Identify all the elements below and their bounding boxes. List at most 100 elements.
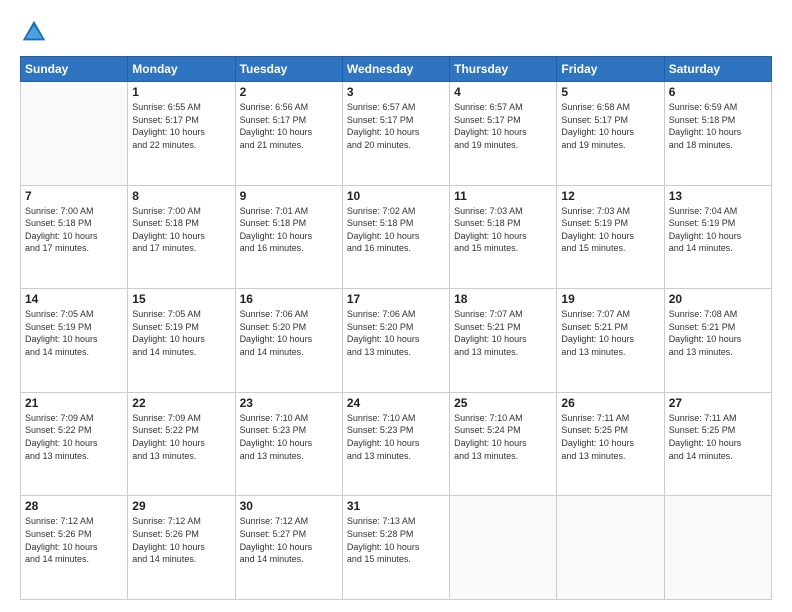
day-info: Sunrise: 7:10 AM Sunset: 5:24 PM Dayligh… xyxy=(454,412,552,462)
day-info: Sunrise: 7:10 AM Sunset: 5:23 PM Dayligh… xyxy=(347,412,445,462)
calendar-cell: 1 Sunrise: 6:55 AM Sunset: 5:17 PM Daylig… xyxy=(128,82,235,186)
calendar-cell: 28 Sunrise: 7:12 AM Sunset: 5:26 PM Dayli… xyxy=(21,496,128,600)
calendar-day-header: Friday xyxy=(557,57,664,82)
day-number: 17 xyxy=(347,292,445,306)
day-info: Sunrise: 7:12 AM Sunset: 5:26 PM Dayligh… xyxy=(25,515,123,565)
calendar-cell: 13 Sunrise: 7:04 AM Sunset: 5:19 PM Dayli… xyxy=(664,185,771,289)
day-number: 1 xyxy=(132,85,230,99)
calendar-week-row: 14 Sunrise: 7:05 AM Sunset: 5:19 PM Dayli… xyxy=(21,289,772,393)
day-info: Sunrise: 7:10 AM Sunset: 5:23 PM Dayligh… xyxy=(240,412,338,462)
day-info: Sunrise: 7:12 AM Sunset: 5:27 PM Dayligh… xyxy=(240,515,338,565)
calendar-cell: 18Sunrise: 7:07 AM Sunset: 5:21 PM Dayli… xyxy=(450,289,557,393)
calendar-cell: 24 Sunrise: 7:10 AM Sunset: 5:23 PM Dayli… xyxy=(342,392,449,496)
calendar-cell: 5 Sunrise: 6:58 AM Sunset: 5:17 PM Daylig… xyxy=(557,82,664,186)
day-info: Sunrise: 7:02 AM Sunset: 5:18 PM Dayligh… xyxy=(347,205,445,255)
day-info: Sunrise: 7:09 AM Sunset: 5:22 PM Dayligh… xyxy=(132,412,230,462)
calendar-cell: 10 Sunrise: 7:02 AM Sunset: 5:18 PM Dayli… xyxy=(342,185,449,289)
day-info: Sunrise: 7:01 AM Sunset: 5:18 PM Dayligh… xyxy=(240,205,338,255)
day-info: Sunrise: 7:03 AM Sunset: 5:18 PM Dayligh… xyxy=(454,205,552,255)
header xyxy=(20,18,772,46)
calendar-day-header: Thursday xyxy=(450,57,557,82)
calendar-cell: 22 Sunrise: 7:09 AM Sunset: 5:22 PM Dayli… xyxy=(128,392,235,496)
day-number: 23 xyxy=(240,396,338,410)
day-info: Sunrise: 6:56 AM Sunset: 5:17 PM Dayligh… xyxy=(240,101,338,151)
day-number: 22 xyxy=(132,396,230,410)
calendar-cell: 15 Sunrise: 7:05 AM Sunset: 5:19 PM Dayli… xyxy=(128,289,235,393)
calendar-cell: 19 Sunrise: 7:07 AM Sunset: 5:21 PM Dayli… xyxy=(557,289,664,393)
day-info: Sunrise: 7:00 AM Sunset: 5:18 PM Dayligh… xyxy=(132,205,230,255)
day-info: Sunrise: 7:09 AM Sunset: 5:22 PM Dayligh… xyxy=(25,412,123,462)
day-number: 4 xyxy=(454,85,552,99)
day-info: Sunrise: 7:08 AM Sunset: 5:21 PM Dayligh… xyxy=(669,308,767,358)
calendar-cell: 8 Sunrise: 7:00 AM Sunset: 5:18 PM Daylig… xyxy=(128,185,235,289)
calendar-cell: 2 Sunrise: 6:56 AM Sunset: 5:17 PM Daylig… xyxy=(235,82,342,186)
calendar-day-header: Wednesday xyxy=(342,57,449,82)
day-number: 29 xyxy=(132,499,230,513)
calendar-day-header: Saturday xyxy=(664,57,771,82)
day-number: 5 xyxy=(561,85,659,99)
day-number: 11 xyxy=(454,189,552,203)
day-info: Sunrise: 7:04 AM Sunset: 5:19 PM Dayligh… xyxy=(669,205,767,255)
day-info: Sunrise: 7:05 AM Sunset: 5:19 PM Dayligh… xyxy=(25,308,123,358)
day-number: 21 xyxy=(25,396,123,410)
day-number: 27 xyxy=(669,396,767,410)
day-info: Sunrise: 7:07 AM Sunset: 5:21 PM Dayligh… xyxy=(561,308,659,358)
calendar-day-header: Monday xyxy=(128,57,235,82)
calendar-cell: 3 Sunrise: 6:57 AM Sunset: 5:17 PM Daylig… xyxy=(342,82,449,186)
day-number: 9 xyxy=(240,189,338,203)
day-info: Sunrise: 6:55 AM Sunset: 5:17 PM Dayligh… xyxy=(132,101,230,151)
calendar-cell: 12 Sunrise: 7:03 AM Sunset: 5:19 PM Dayli… xyxy=(557,185,664,289)
day-number: 8 xyxy=(132,189,230,203)
day-number: 13 xyxy=(669,189,767,203)
day-info: Sunrise: 7:06 AM Sunset: 5:20 PM Dayligh… xyxy=(347,308,445,358)
day-info: Sunrise: 7:11 AM Sunset: 5:25 PM Dayligh… xyxy=(669,412,767,462)
calendar-cell: 23 Sunrise: 7:10 AM Sunset: 5:23 PM Dayli… xyxy=(235,392,342,496)
calendar-cell: 26 Sunrise: 7:11 AM Sunset: 5:25 PM Dayli… xyxy=(557,392,664,496)
day-info: Sunrise: 7:11 AM Sunset: 5:25 PM Dayligh… xyxy=(561,412,659,462)
calendar-cell xyxy=(557,496,664,600)
day-number: 16 xyxy=(240,292,338,306)
day-number: 18 xyxy=(454,292,552,306)
calendar-cell: 17 Sunrise: 7:06 AM Sunset: 5:20 PM Dayli… xyxy=(342,289,449,393)
calendar-day-header: Sunday xyxy=(21,57,128,82)
day-number: 3 xyxy=(347,85,445,99)
calendar-cell: 7Sunrise: 7:00 AM Sunset: 5:18 PM Daylig… xyxy=(21,185,128,289)
calendar-cell xyxy=(21,82,128,186)
day-info: Sunrise: 7:03 AM Sunset: 5:19 PM Dayligh… xyxy=(561,205,659,255)
calendar-cell: 11 Sunrise: 7:03 AM Sunset: 5:18 PM Dayli… xyxy=(450,185,557,289)
day-info: Sunrise: 6:59 AM Sunset: 5:18 PM Dayligh… xyxy=(669,101,767,151)
day-number: 28 xyxy=(25,499,123,513)
calendar-cell: 29Sunrise: 7:12 AM Sunset: 5:26 PM Dayli… xyxy=(128,496,235,600)
day-number: 24 xyxy=(347,396,445,410)
day-info: Sunrise: 7:13 AM Sunset: 5:28 PM Dayligh… xyxy=(347,515,445,565)
day-number: 7 xyxy=(25,189,123,203)
calendar-week-row: 1 Sunrise: 6:55 AM Sunset: 5:17 PM Daylig… xyxy=(21,82,772,186)
day-number: 30 xyxy=(240,499,338,513)
day-number: 20 xyxy=(669,292,767,306)
calendar-table: SundayMondayTuesdayWednesdayThursdayFrid… xyxy=(20,56,772,600)
day-number: 2 xyxy=(240,85,338,99)
calendar-cell xyxy=(450,496,557,600)
calendar-cell: 27 Sunrise: 7:11 AM Sunset: 5:25 PM Dayli… xyxy=(664,392,771,496)
day-number: 15 xyxy=(132,292,230,306)
day-number: 12 xyxy=(561,189,659,203)
day-number: 19 xyxy=(561,292,659,306)
day-info: Sunrise: 7:06 AM Sunset: 5:20 PM Dayligh… xyxy=(240,308,338,358)
day-number: 14 xyxy=(25,292,123,306)
calendar-week-row: 21 Sunrise: 7:09 AM Sunset: 5:22 PM Dayli… xyxy=(21,392,772,496)
day-number: 10 xyxy=(347,189,445,203)
calendar-cell: 20 Sunrise: 7:08 AM Sunset: 5:21 PM Dayli… xyxy=(664,289,771,393)
day-info: Sunrise: 6:57 AM Sunset: 5:17 PM Dayligh… xyxy=(347,101,445,151)
calendar-cell: 21 Sunrise: 7:09 AM Sunset: 5:22 PM Dayli… xyxy=(21,392,128,496)
day-number: 26 xyxy=(561,396,659,410)
day-info: Sunrise: 6:58 AM Sunset: 5:17 PM Dayligh… xyxy=(561,101,659,151)
calendar-week-row: 7 Sunrise: 7:00 AM Sunset: 5:18 PM Daylig… xyxy=(21,185,772,289)
day-info: Sunrise: 6:57 AM Sunset: 5:17 PM Dayligh… xyxy=(454,101,552,151)
calendar-week-row: 28 Sunrise: 7:12 AM Sunset: 5:26 PM Dayli… xyxy=(21,496,772,600)
day-info: Sunrise: 7:05 AM Sunset: 5:19 PM Dayligh… xyxy=(132,308,230,358)
calendar-cell: 16 Sunrise: 7:06 AM Sunset: 5:20 PM Dayli… xyxy=(235,289,342,393)
calendar-cell: 25 Sunrise: 7:10 AM Sunset: 5:24 PM Dayli… xyxy=(450,392,557,496)
page: SundayMondayTuesdayWednesdayThursdayFrid… xyxy=(0,0,792,612)
day-number: 25 xyxy=(454,396,552,410)
calendar-cell: 4 Sunrise: 6:57 AM Sunset: 5:17 PM Daylig… xyxy=(450,82,557,186)
